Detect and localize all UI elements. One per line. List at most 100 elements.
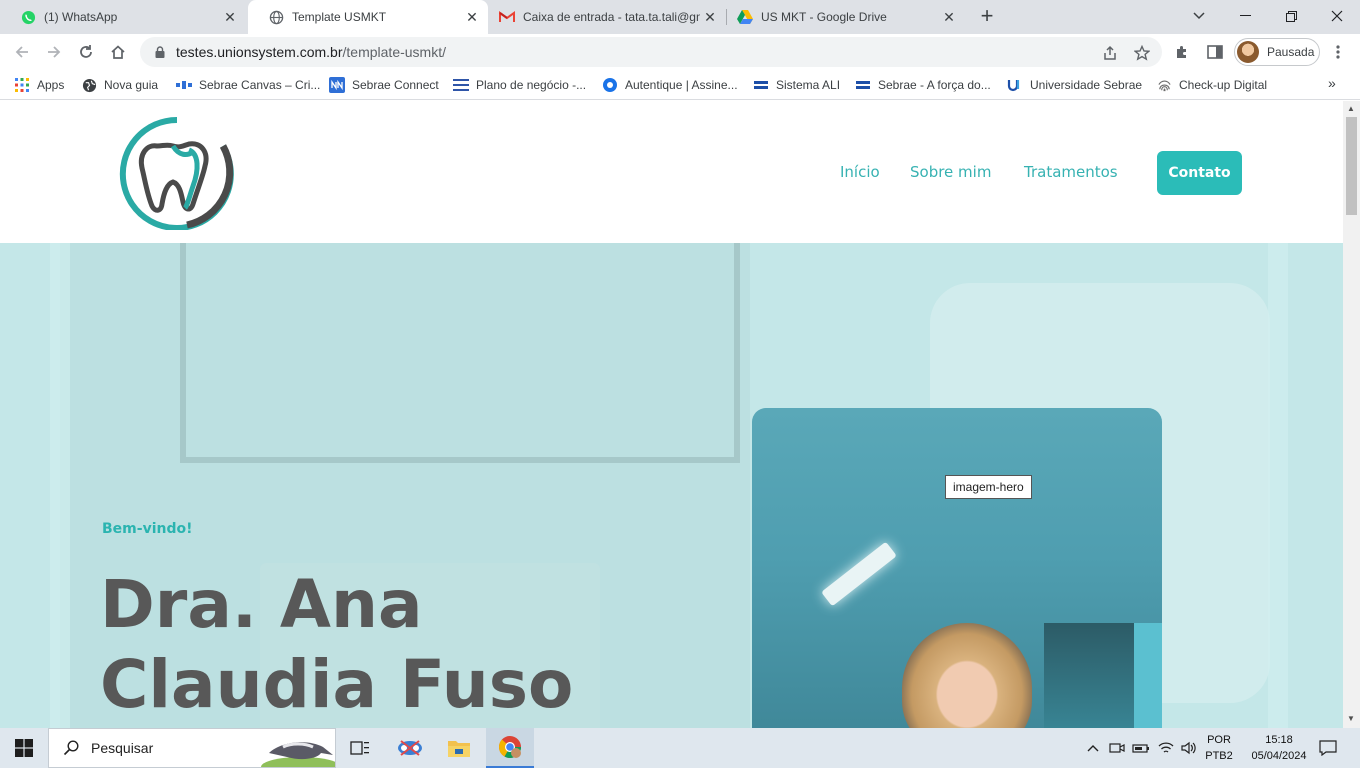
bookmark-sebrae-forca[interactable]: Sebrae - A força do... bbox=[855, 75, 991, 95]
tab-strip: (1) WhatsApp ✕ Template USMKT ✕ Caixa de… bbox=[0, 0, 1360, 34]
tab-google-drive[interactable]: US MKT - Google Drive ✕ bbox=[727, 0, 965, 34]
whatsapp-icon bbox=[20, 9, 36, 25]
tooth-logo[interactable] bbox=[117, 116, 237, 231]
contact-button[interactable]: Contato bbox=[1157, 151, 1242, 195]
home-button[interactable] bbox=[106, 40, 130, 64]
extensions-icon[interactable] bbox=[1170, 40, 1194, 64]
page-viewport: Início Sobre mim Tratamentos Contato Bem… bbox=[0, 101, 1343, 728]
side-panel-icon[interactable] bbox=[1203, 40, 1227, 64]
url-text: testes.unionsystem.com.br/template-usmkt… bbox=[176, 44, 446, 60]
back-button[interactable] bbox=[10, 40, 34, 64]
tab-title: Caixa de entrada - tata.ta.tali@gmail.co… bbox=[523, 10, 700, 24]
reload-button[interactable] bbox=[74, 40, 98, 64]
bookmark-label: Sebrae - A força do... bbox=[878, 78, 991, 92]
site-header: Início Sobre mim Tratamentos Contato bbox=[0, 101, 1343, 243]
input-language[interactable]: POR PTB2 bbox=[1203, 732, 1235, 764]
nav-inicio[interactable]: Início bbox=[840, 163, 880, 181]
apps-grid-icon bbox=[14, 77, 30, 93]
tab-search-icon[interactable] bbox=[1176, 0, 1222, 32]
plan-icon bbox=[453, 77, 469, 93]
menu-kebab-icon[interactable] bbox=[1326, 40, 1350, 64]
tab-title: US MKT - Google Drive bbox=[761, 10, 887, 24]
globe-icon bbox=[268, 9, 284, 25]
hero-image: imagem-hero bbox=[752, 408, 1162, 728]
bookmark-label: Check-up Digital bbox=[1179, 78, 1268, 92]
bookmarks-overflow-icon[interactable]: » bbox=[1328, 75, 1336, 91]
snipping-tool-icon[interactable] bbox=[386, 728, 434, 768]
sebrae-canvas-icon bbox=[176, 77, 192, 93]
bookmark-apps[interactable]: Apps bbox=[14, 75, 64, 95]
image-alt-tooltip: imagem-hero bbox=[945, 475, 1032, 499]
tray-overflow-icon[interactable] bbox=[1084, 728, 1102, 768]
bookmark-sistema-ali[interactable]: Sistema ALI bbox=[753, 75, 840, 95]
office-window bbox=[1044, 623, 1134, 728]
notifications-icon[interactable] bbox=[1314, 728, 1342, 768]
address-bar[interactable]: testes.unionsystem.com.br/template-usmkt… bbox=[140, 37, 1162, 67]
bookmark-label: Autentique | Assine... bbox=[625, 78, 738, 92]
hero-title: Dra. Ana Claudia Fuso bbox=[100, 565, 660, 725]
fingerprint-icon bbox=[1156, 77, 1172, 93]
bookmark-autentique[interactable]: Autentique | Assine... bbox=[602, 75, 738, 95]
sebrae-icon bbox=[855, 77, 871, 93]
task-view-icon[interactable] bbox=[336, 728, 384, 768]
close-window-button[interactable] bbox=[1314, 0, 1360, 32]
file-explorer-icon[interactable] bbox=[435, 728, 483, 768]
bookmark-check-up-digital[interactable]: Check-up Digital bbox=[1156, 75, 1267, 95]
office-window-light bbox=[1134, 623, 1162, 728]
bookmark-label: Sebrae Canvas – Cri... bbox=[199, 78, 321, 92]
nav-sobre-mim[interactable]: Sobre mim bbox=[910, 163, 991, 181]
close-icon[interactable]: ✕ bbox=[462, 7, 482, 27]
clock-date: 05/04/2024 bbox=[1251, 750, 1307, 762]
nav-tratamentos[interactable]: Tratamentos bbox=[1024, 163, 1118, 181]
doctor-portrait bbox=[902, 623, 1032, 728]
bookmark-sebrae-connect[interactable]: Sebrae Connect bbox=[329, 75, 439, 95]
star-icon[interactable] bbox=[1133, 44, 1151, 62]
background-window-frame bbox=[180, 243, 740, 463]
bookmark-label: Sistema ALI bbox=[776, 78, 841, 92]
chrome-taskbar-icon[interactable] bbox=[486, 728, 534, 768]
hero-section: Bem-vindo! Dra. Ana Claudia Fuso imagem-… bbox=[0, 243, 1343, 728]
hero-title-line1: Dra. Ana bbox=[100, 566, 423, 643]
share-icon[interactable] bbox=[1101, 44, 1119, 62]
bookmark-universidade-sebrae[interactable]: Universidade Sebrae bbox=[1007, 75, 1142, 95]
meet-now-icon[interactable] bbox=[1106, 728, 1128, 768]
taskbar-clock[interactable]: 15:18 05/04/2024 bbox=[1250, 732, 1308, 764]
bookmark-label: Universidade Sebrae bbox=[1030, 78, 1143, 92]
lock-icon[interactable] bbox=[152, 46, 168, 58]
volume-icon[interactable] bbox=[1178, 728, 1200, 768]
bookmark-label: Plano de negócio -... bbox=[476, 78, 587, 92]
new-tab-button[interactable]: + bbox=[975, 5, 999, 28]
hero-title-line2: Claudia Fuso bbox=[100, 646, 574, 723]
close-icon[interactable]: ✕ bbox=[939, 7, 959, 27]
tab-template-usmkt[interactable]: Template USMKT ✕ bbox=[248, 0, 488, 34]
bookmarks-bar: Apps Nova guia Sebrae Canvas – Cri... Se… bbox=[0, 70, 1360, 100]
bookmark-nova-guia[interactable]: Nova guia bbox=[81, 75, 158, 95]
sebrae-connect-icon bbox=[329, 77, 345, 93]
scroll-up-icon[interactable]: ▲ bbox=[1347, 104, 1355, 113]
clock-time: 15:18 bbox=[1265, 734, 1293, 746]
tab-whatsapp[interactable]: (1) WhatsApp ✕ bbox=[0, 0, 246, 34]
bookmark-plano-de-negocio[interactable]: Plano de negócio -... bbox=[453, 75, 586, 95]
tab-gmail[interactable]: Caixa de entrada - tata.ta.tali@gmail.co… bbox=[489, 0, 726, 34]
scrollbar-thumb[interactable] bbox=[1346, 117, 1357, 215]
profile-button[interactable]: Pausada bbox=[1234, 38, 1320, 66]
profile-label: Pausada bbox=[1267, 45, 1315, 59]
google-drive-icon bbox=[737, 9, 753, 25]
universidade-icon bbox=[1007, 77, 1023, 93]
forward-button[interactable] bbox=[42, 40, 66, 64]
bookmark-sebrae-canvas[interactable]: Sebrae Canvas – Cri... bbox=[176, 75, 320, 95]
autentique-icon bbox=[602, 77, 618, 93]
close-icon[interactable]: ✕ bbox=[220, 7, 240, 27]
battery-icon[interactable] bbox=[1130, 728, 1152, 768]
restore-button[interactable] bbox=[1268, 0, 1314, 32]
taskbar-search-box[interactable]: Pesquisar bbox=[48, 728, 341, 768]
bookmark-label: Apps bbox=[37, 78, 65, 92]
page-scrollbar[interactable]: ▲ ▼ bbox=[1343, 101, 1360, 728]
minimize-button[interactable] bbox=[1222, 0, 1268, 32]
scroll-down-icon[interactable]: ▼ bbox=[1347, 714, 1355, 723]
globe-icon bbox=[81, 77, 97, 93]
close-icon[interactable]: ✕ bbox=[700, 7, 720, 27]
bookmark-label: Sebrae Connect bbox=[352, 78, 439, 92]
wifi-icon[interactable] bbox=[1155, 728, 1177, 768]
windows-start-button[interactable] bbox=[0, 728, 48, 768]
